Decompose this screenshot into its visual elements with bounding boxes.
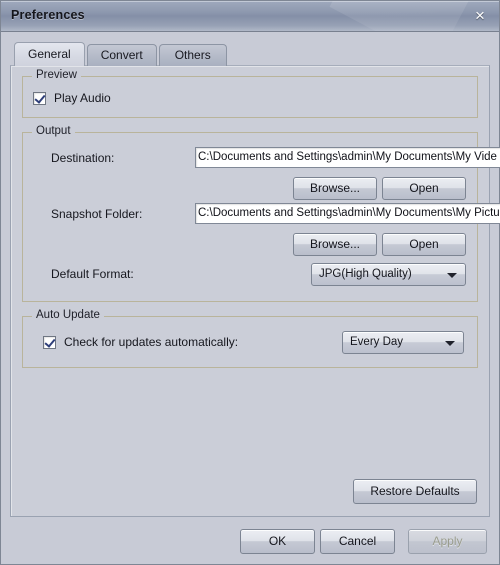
preferences-dialog: Preferences × General Convert Others Pre… — [0, 0, 500, 565]
group-output: Output Destination: C:\Documents and Set… — [22, 125, 500, 302]
destination-open-button[interactable]: Open — [382, 177, 466, 200]
tab-general[interactable]: General — [14, 42, 85, 66]
group-output-content: Destination: C:\Documents and Settings\a… — [23, 133, 500, 301]
title-bar-sheen — [329, 1, 469, 31]
group-preview-content: Play Audio — [23, 77, 477, 117]
default-format-row: Default Format: JPG(High Quality) — [33, 263, 467, 289]
play-audio-row[interactable]: Play Audio — [33, 91, 467, 105]
destination-row: Destination: C:\Documents and Settings\a… — [33, 147, 500, 173]
play-audio-checkbox[interactable] — [33, 91, 46, 105]
snapshot-input[interactable]: C:\Documents and Settings\admin\My Docum… — [195, 203, 500, 224]
dialog-footer: OK Cancel Apply — [1, 519, 499, 564]
window-title: Preferences — [11, 8, 85, 22]
ok-button[interactable]: OK — [240, 529, 315, 554]
cancel-button[interactable]: Cancel — [320, 529, 395, 554]
group-auto-update: Auto Update Check for updates automatica… — [22, 309, 478, 368]
tab-others[interactable]: Others — [158, 44, 227, 66]
restore-defaults-button[interactable]: Restore Defaults — [353, 479, 477, 504]
snapshot-browse-button[interactable]: Browse... — [293, 233, 377, 256]
update-frequency-value: Every Day — [350, 336, 404, 348]
group-output-title: Output — [32, 125, 75, 137]
default-format-select[interactable]: JPG(High Quality) — [311, 263, 466, 286]
auto-update-row: Check for updates automatically: Every D… — [33, 331, 467, 355]
title-bar: Preferences × — [1, 1, 499, 32]
default-format-label: Default Format: — [51, 267, 134, 281]
tab-panel-general: Preview Play Audio Output Destination: C… — [10, 65, 500, 517]
group-preview-title: Preview — [32, 69, 81, 81]
tab-strip: General Convert Others — [10, 42, 490, 66]
default-format-value: JPG(High Quality) — [319, 268, 412, 280]
snapshot-open-button[interactable]: Open — [382, 233, 466, 256]
close-icon[interactable]: × — [469, 5, 491, 27]
dialog-body: General Convert Others Preview Play Audi… — [1, 32, 500, 519]
check-updates-label: Check for updates automatically: — [64, 335, 239, 349]
destination-label: Destination: — [51, 151, 115, 165]
destination-input[interactable]: C:\Documents and Settings\admin\My Docum… — [195, 147, 500, 168]
chevron-down-icon — [447, 272, 457, 278]
snapshot-row: Snapshot Folder: C:\Documents and Settin… — [33, 203, 500, 229]
group-auto-update-title: Auto Update — [32, 309, 104, 321]
tab-convert[interactable]: Convert — [86, 44, 157, 66]
destination-buttons: Browse... Open — [33, 173, 467, 203]
play-audio-label: Play Audio — [54, 91, 111, 105]
destination-browse-button[interactable]: Browse... — [293, 177, 377, 200]
snapshot-buttons: Browse... Open — [33, 229, 467, 259]
update-frequency-select[interactable]: Every Day — [342, 331, 464, 354]
snapshot-label: Snapshot Folder: — [51, 207, 143, 221]
apply-button: Apply — [408, 529, 487, 554]
chevron-down-icon — [445, 340, 455, 346]
group-preview: Preview Play Audio — [22, 69, 478, 118]
restore-defaults-wrap: Restore Defaults — [353, 479, 477, 504]
check-updates-checkbox[interactable] — [43, 335, 56, 349]
group-auto-update-content: Check for updates automatically: Every D… — [23, 317, 477, 367]
check-updates-row[interactable]: Check for updates automatically: — [43, 335, 238, 349]
